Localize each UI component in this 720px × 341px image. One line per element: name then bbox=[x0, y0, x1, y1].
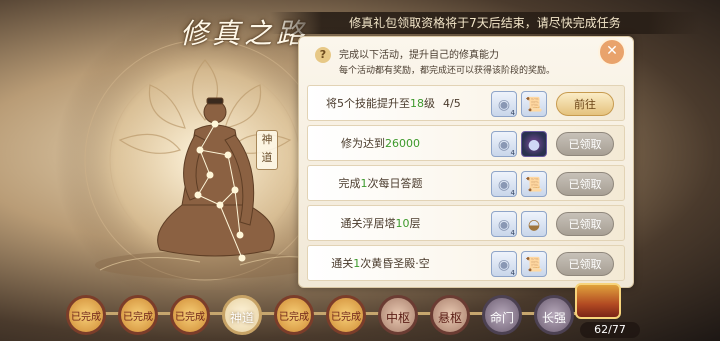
task-description: 通关浮居塔10层 bbox=[340, 217, 421, 230]
stage-node[interactable]: 悬枢 bbox=[430, 295, 470, 335]
stage-node[interactable]: 已完成 bbox=[118, 295, 158, 335]
task-description: 完成1次每日答题 bbox=[338, 177, 423, 190]
reward-slot[interactable]: ● bbox=[521, 131, 547, 157]
claimed-button[interactable]: 已领取 bbox=[556, 212, 614, 236]
reward-slot[interactable]: 📜 bbox=[521, 251, 547, 277]
task-description: 修为达到26000 bbox=[341, 137, 420, 150]
task-row: 通关浮居塔10层 ◉ 4 ◒ 已领取 bbox=[307, 205, 625, 241]
stage-node-locked[interactable]: 命门 bbox=[482, 295, 522, 335]
spirit-egg-icon: ● bbox=[527, 137, 541, 153]
task-row: 修为达到26000 ◉ 4 ● 已领取 bbox=[307, 125, 625, 161]
reward-slot[interactable]: ◉ 4 bbox=[491, 91, 517, 117]
reward-quantity: 4 bbox=[510, 109, 515, 117]
task-description: 通关1次黄昏圣殿·空 bbox=[331, 257, 430, 270]
food-bowl-icon: ◒ bbox=[527, 217, 541, 233]
task-row: 通关1次黄昏圣殿·空 ◉ 4 📜 已领取 bbox=[307, 245, 625, 281]
reward-slot[interactable]: ◉ 4 bbox=[491, 171, 517, 197]
reward-slot[interactable]: ◉ 4 bbox=[491, 131, 517, 157]
help-icon[interactable]: ? bbox=[315, 47, 331, 63]
intro-line-2: 每个活动都有奖励，都完成还可以获得该阶段的奖励。 bbox=[339, 66, 556, 76]
stage-node[interactable]: 已完成 bbox=[170, 295, 210, 335]
deadline-banner: 修真礼包领取资格将于7天后结束，请尽快完成任务 bbox=[270, 12, 700, 34]
stage-node-current[interactable]: 神道 bbox=[222, 295, 262, 335]
claimed-button[interactable]: 已领取 bbox=[556, 132, 614, 156]
goto-button[interactable]: 前往 bbox=[556, 92, 614, 116]
task-row: 完成1次每日答题 ◉ 4 📜 已领取 bbox=[307, 165, 625, 201]
claimed-button[interactable]: 已领取 bbox=[556, 172, 614, 196]
reward-slot[interactable]: 📜 bbox=[521, 171, 547, 197]
treasure-chest-icon[interactable] bbox=[575, 283, 621, 319]
task-panel: ? 完成以下活动，提升自己的修真能力 每个活动都有奖励，都完成还可以获得该阶段的… bbox=[298, 36, 634, 288]
reward-quantity: 4 bbox=[510, 229, 515, 237]
task-progress: 4/5 bbox=[443, 97, 461, 110]
intro-box: ? 完成以下活动，提升自己的修真能力 每个活动都有奖励，都完成还可以获得该阶段的… bbox=[309, 43, 625, 83]
stage-node[interactable]: 已完成 bbox=[274, 295, 314, 335]
reward-slot[interactable]: ◉ 4 bbox=[491, 211, 517, 237]
chest-progress-count: 62/77 bbox=[580, 322, 640, 338]
close-icon[interactable]: ✕ bbox=[598, 38, 626, 66]
acupoint-tag: 神道 bbox=[256, 130, 278, 170]
reward-slot[interactable]: ◉ 4 bbox=[491, 251, 517, 277]
reward-quantity: 4 bbox=[510, 149, 515, 157]
reward-slot[interactable]: ◒ bbox=[521, 211, 547, 237]
reward-quantity: 4 bbox=[510, 189, 515, 197]
scroll-icon: 📜 bbox=[525, 177, 543, 193]
reward-slot[interactable]: 📜 bbox=[521, 91, 547, 117]
intro-line-1: 完成以下活动，提升自己的修真能力 bbox=[339, 50, 499, 61]
scroll-icon: 📜 bbox=[525, 257, 543, 273]
stage-node-locked[interactable]: 长强 bbox=[534, 295, 574, 335]
task-row: 将5个技能提升至18级 4/5 ◉ 4 📜 前往 bbox=[307, 85, 625, 121]
task-description: 将5个技能提升至18级 bbox=[326, 97, 435, 110]
scroll-icon: 📜 bbox=[525, 97, 543, 113]
reward-quantity: 4 bbox=[510, 269, 515, 277]
claimed-button[interactable]: 已领取 bbox=[556, 252, 614, 276]
stage-node[interactable]: 已完成 bbox=[66, 295, 106, 335]
stage-node[interactable]: 中枢 bbox=[378, 295, 418, 335]
stage-node[interactable]: 已完成 bbox=[326, 295, 366, 335]
